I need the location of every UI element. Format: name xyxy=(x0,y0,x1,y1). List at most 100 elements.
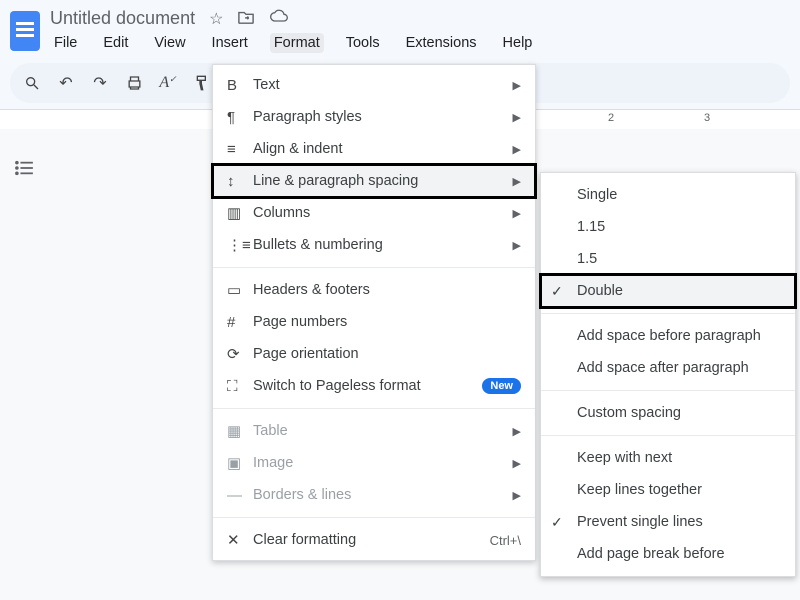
submenu-arrow-icon: ▶ xyxy=(513,175,521,188)
docs-logo-icon[interactable] xyxy=(10,11,40,51)
spacing-option[interactable]: Add space before paragraph xyxy=(541,320,795,352)
menu-item-label: Align & indent xyxy=(253,141,342,157)
menu-edit[interactable]: Edit xyxy=(99,33,132,53)
menubar: File Edit View Insert Format Tools Exten… xyxy=(50,29,536,53)
spacing-option[interactable]: Add page break before xyxy=(541,538,795,570)
outline-icon[interactable] xyxy=(14,160,36,182)
menu-view[interactable]: View xyxy=(150,33,189,53)
format-menu-item[interactable]: ↕Line & paragraph spacing ▶ xyxy=(213,165,535,197)
menu-item-label: Page orientation xyxy=(253,346,359,362)
menu-item-label: Paragraph styles xyxy=(253,109,362,125)
menu-extensions[interactable]: Extensions xyxy=(402,33,481,53)
cloud-status-icon[interactable] xyxy=(269,9,289,29)
menu-item-label: Image xyxy=(253,455,293,471)
submenu-arrow-icon: ▶ xyxy=(513,239,521,252)
menu-item-label: Switch to Pageless format xyxy=(253,378,421,394)
line-spacing-submenu: Single 1.151.5 ✓ Double Add space before par… xyxy=(540,172,796,577)
menu-item-icon: ✕ xyxy=(227,531,253,549)
spacing-option-label: Double xyxy=(577,283,623,299)
menu-shortcut: Ctrl+\ xyxy=(490,533,521,548)
spacing-option-label: Single xyxy=(577,187,617,203)
menu-item-icon: ¶ xyxy=(227,109,253,126)
submenu-arrow-icon: ▶ xyxy=(513,143,521,156)
menu-item-icon: — xyxy=(227,487,253,504)
spacing-option-label: Add space after paragraph xyxy=(577,360,749,376)
submenu-arrow-icon: ▶ xyxy=(513,79,521,92)
spacing-option-label: Custom spacing xyxy=(577,405,681,421)
menu-item-label: Line & paragraph spacing xyxy=(253,173,418,189)
format-menu-item[interactable]: ≡Align & indent ▶ xyxy=(213,133,535,165)
menu-item-label: Headers & footers xyxy=(253,282,370,298)
menu-file[interactable]: File xyxy=(50,33,81,53)
spacing-option[interactable]: Single xyxy=(541,179,795,211)
spacing-option-label: Prevent single lines xyxy=(577,514,703,530)
spacing-option-label: Add space before paragraph xyxy=(577,328,761,344)
menu-item-label: Columns xyxy=(253,205,310,221)
print-icon[interactable] xyxy=(124,75,144,91)
submenu-arrow-icon: ▶ xyxy=(513,457,521,470)
menu-item-label: Page numbers xyxy=(253,314,347,330)
spacing-option[interactable]: ✓ Double xyxy=(541,275,795,307)
spacing-option[interactable]: 1.15 xyxy=(541,211,795,243)
search-icon[interactable] xyxy=(22,75,42,91)
menu-item-icon: ▦ xyxy=(227,422,253,440)
spacing-option[interactable]: 1.5 xyxy=(541,243,795,275)
format-menu-item[interactable]: ⋮≡Bullets & numbering ▶ xyxy=(213,229,535,261)
new-badge: New xyxy=(482,378,521,394)
spacing-option[interactable]: Add space after paragraph xyxy=(541,352,795,384)
format-menu-item[interactable]: ✕Clear formatting Ctrl+\ xyxy=(213,524,535,556)
submenu-arrow-icon: ▶ xyxy=(513,489,521,502)
menu-format[interactable]: Format xyxy=(270,33,324,53)
submenu-arrow-icon: ▶ xyxy=(513,425,521,438)
submenu-arrow-icon: ▶ xyxy=(513,111,521,124)
menu-item-icon: ↕ xyxy=(227,173,253,190)
menu-item-icon: # xyxy=(227,314,253,331)
spacing-option[interactable]: ✓ Prevent single lines xyxy=(541,506,795,538)
menu-item-icon: ⛶ xyxy=(227,378,253,395)
format-menu-item[interactable]: ⟳Page orientation xyxy=(213,338,535,370)
spacing-option[interactable]: Custom spacing xyxy=(541,397,795,429)
title-bar: Untitled document ☆ File Edit View Inser… xyxy=(0,0,800,55)
spacing-option-label: Keep lines together xyxy=(577,482,702,498)
menu-tools[interactable]: Tools xyxy=(342,33,384,53)
check-icon: ✓ xyxy=(551,514,563,531)
submenu-arrow-icon: ▶ xyxy=(513,207,521,220)
redo-icon[interactable]: ↷ xyxy=(90,73,110,93)
spacing-option[interactable]: Keep with next xyxy=(541,442,795,474)
menu-item-label: Clear formatting xyxy=(253,532,356,548)
spellcheck-icon[interactable]: A✓ xyxy=(158,74,178,92)
menu-item-label: Text xyxy=(253,77,280,93)
undo-icon[interactable]: ↶ xyxy=(56,73,76,93)
menu-item-icon: ⟳ xyxy=(227,345,253,363)
format-menu-item[interactable]: ▥Columns ▶ xyxy=(213,197,535,229)
menu-help[interactable]: Help xyxy=(499,33,537,53)
format-menu-item[interactable]: ▭Headers & footers xyxy=(213,274,535,306)
paint-format-icon[interactable] xyxy=(192,74,212,92)
menu-item-label: Borders & lines xyxy=(253,487,351,503)
format-menu-item[interactable]: ¶Paragraph styles ▶ xyxy=(213,101,535,133)
menu-item-icon: B xyxy=(227,77,253,94)
menu-insert[interactable]: Insert xyxy=(208,33,252,53)
menu-item-label: Bullets & numbering xyxy=(253,237,383,253)
format-menu-item[interactable]: #Page numbers xyxy=(213,306,535,338)
menu-item-icon: ▭ xyxy=(227,281,253,299)
ruler-mark: 3 xyxy=(704,112,710,124)
menu-item-label: Table xyxy=(253,423,288,439)
star-icon[interactable]: ☆ xyxy=(209,9,223,29)
check-icon: ✓ xyxy=(551,283,563,300)
format-menu-item: ▦Table ▶ xyxy=(213,415,535,447)
format-menu-item[interactable]: ⛶Switch to Pageless format New xyxy=(213,370,535,402)
move-folder-icon[interactable] xyxy=(237,9,255,29)
format-menu-item[interactable]: BText ▶ xyxy=(213,69,535,101)
menu-item-icon: ⋮≡ xyxy=(227,236,253,254)
ruler-mark: 2 xyxy=(608,112,614,124)
spacing-option[interactable]: Keep lines together xyxy=(541,474,795,506)
menu-item-icon: ▥ xyxy=(227,204,253,222)
menu-item-icon: ≡ xyxy=(227,141,253,158)
document-title[interactable]: Untitled document xyxy=(50,8,195,29)
format-menu-item: —Borders & lines ▶ xyxy=(213,479,535,511)
spacing-option-label: Add page break before xyxy=(577,546,725,562)
spacing-option-label: Keep with next xyxy=(577,450,672,466)
menu-item-icon: ▣ xyxy=(227,454,253,472)
format-menu: BText ▶ ¶Paragraph styles ▶ ≡Align & indent ▶… xyxy=(212,64,536,561)
